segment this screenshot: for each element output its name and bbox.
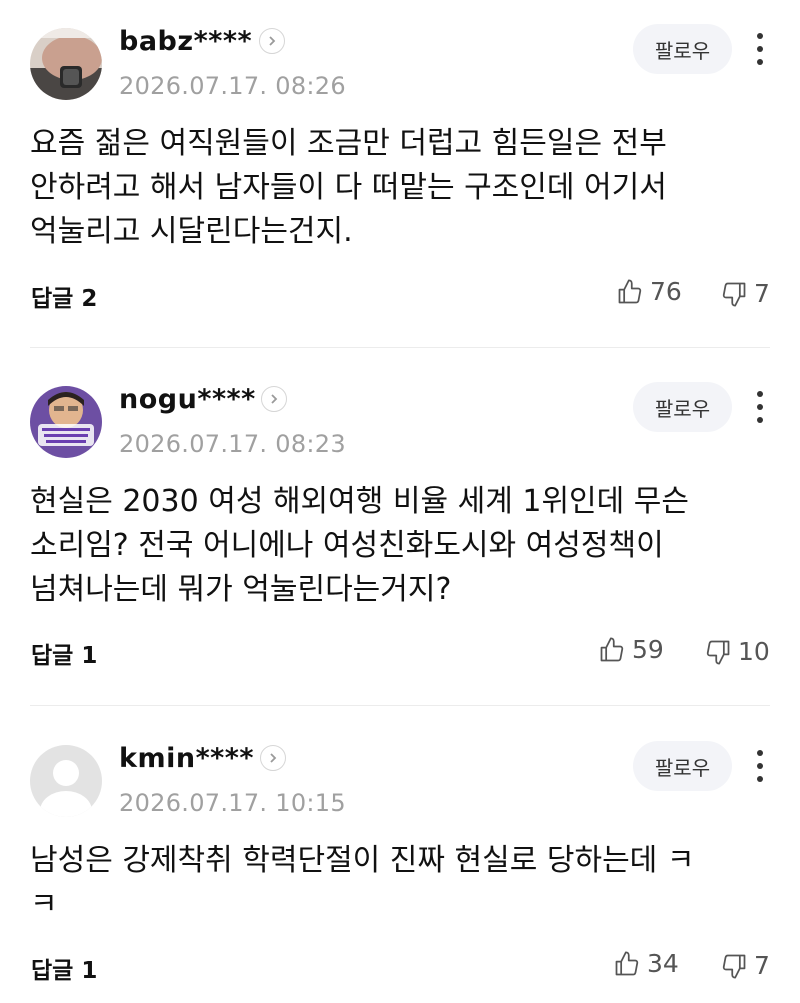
comment: kmin**** 2026.07.17. 10:15 팔로우 남성은 강제착취 …	[0, 717, 800, 1003]
comment: babz**** 2026.07.17. 08:26 팔로우 요즘 젊은 여직원…	[0, 0, 800, 345]
like-count: 76	[650, 277, 682, 306]
comment-text: 현실은 2030 여성 해외여행 비율 세계 1위인데 무슨 소리임? 전국 어…	[30, 484, 689, 607]
wrist-watch-photo-icon	[30, 28, 102, 100]
timestamp: 2026.07.17. 10:15	[119, 789, 346, 817]
avatar[interactable]	[30, 28, 102, 100]
like-count: 59	[632, 635, 664, 664]
reply-button[interactable]: 답글 1	[31, 951, 97, 985]
username[interactable]: nogu****	[119, 384, 256, 415]
follow-button[interactable]: 팔로우	[633, 382, 732, 432]
thumbs-down-icon	[722, 282, 746, 307]
timestamp: 2026.07.17. 08:23	[119, 430, 346, 458]
comment-text: 남성은 강제착취 학력단절이 진짜 현실로 당하는데 ㅋ ㅋ	[30, 843, 695, 922]
reply-button[interactable]: 답글 1	[31, 636, 97, 670]
profile-chevron-icon[interactable]	[261, 386, 287, 412]
reply-count: 2	[81, 286, 98, 312]
thumbs-up-icon	[600, 636, 624, 661]
thumbs-up-icon	[618, 278, 642, 303]
reply-button[interactable]: 답글 2	[31, 279, 97, 313]
profile-chevron-icon[interactable]	[259, 28, 285, 54]
username[interactable]: babz****	[119, 26, 252, 57]
more-options-icon[interactable]	[748, 30, 772, 68]
reply-label: 답글	[31, 643, 74, 669]
timestamp: 2026.07.17. 08:26	[119, 72, 346, 100]
thumbs-down-icon	[706, 640, 730, 665]
person-photo-icon	[30, 386, 102, 458]
dislike-button[interactable]: 10	[704, 637, 770, 666]
dislike-button[interactable]: 7	[720, 279, 770, 308]
like-count: 34	[647, 949, 679, 978]
default-user-icon	[30, 745, 102, 817]
comment: nogu**** 2026.07.17. 08:23 팔로우 현실은 2030 …	[0, 358, 800, 703]
follow-button[interactable]: 팔로우	[633, 24, 732, 74]
avatar[interactable]	[30, 386, 102, 458]
divider	[30, 705, 770, 706]
thumbs-up-icon	[615, 950, 639, 975]
dislike-count: 10	[738, 637, 770, 666]
dislike-count: 7	[754, 951, 770, 980]
more-options-icon[interactable]	[748, 388, 772, 426]
comment-text: 요즘 젊은 여직원들이 조금만 더럽고 힘든일은 전부 안하려고 해서 남자들이…	[30, 126, 667, 249]
avatar[interactable]	[30, 745, 102, 817]
more-options-icon[interactable]	[748, 747, 772, 785]
reply-count: 1	[81, 958, 98, 984]
follow-button[interactable]: 팔로우	[633, 741, 732, 791]
like-button[interactable]: 34	[613, 949, 679, 978]
like-button[interactable]: 76	[616, 277, 682, 306]
username[interactable]: kmin****	[119, 743, 254, 774]
reply-label: 답글	[31, 286, 74, 312]
reply-count: 1	[81, 643, 98, 669]
profile-chevron-icon[interactable]	[260, 745, 286, 771]
reply-label: 답글	[31, 958, 74, 984]
dislike-count: 7	[754, 279, 770, 308]
like-button[interactable]: 59	[598, 635, 664, 664]
divider	[30, 347, 770, 348]
thumbs-down-icon	[722, 954, 746, 979]
dislike-button[interactable]: 7	[720, 951, 770, 980]
